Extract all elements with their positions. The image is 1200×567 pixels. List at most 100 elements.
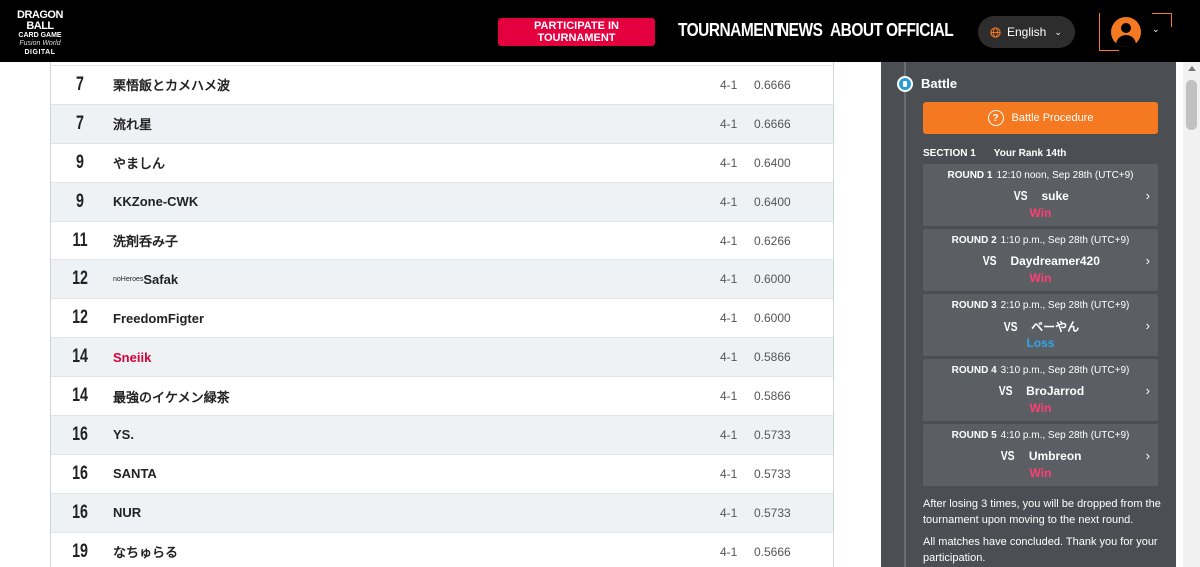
opponent-name: suke xyxy=(1041,189,1069,203)
score-cell: 0.5733 xyxy=(754,505,791,520)
opponent-name: ベーやん xyxy=(1031,320,1080,334)
table-row: 14 Sneiik 4-1 0.5866 xyxy=(51,338,833,378)
score-cell: 0.5866 xyxy=(754,389,791,404)
round-label: ROUND 1 xyxy=(947,170,993,181)
round-header: ROUND 5 4:10 p.m., Sep 28th (UTC+9) xyxy=(923,430,1158,441)
top-header: DRAGON BALL CARD GAME Fusion World DIGIT… xyxy=(0,0,1200,62)
player-name[interactable]: KKZone-CWK xyxy=(113,183,198,221)
record-cell: 4-1 xyxy=(720,389,738,404)
vs-label: VS xyxy=(1003,319,1018,334)
rank-cell: 7 xyxy=(76,73,84,95)
profile-menu[interactable]: ⌄ xyxy=(1099,13,1172,51)
round-label: ROUND 3 xyxy=(951,300,997,311)
round-card[interactable]: ROUND 2 1:10 p.m., Sep 28th (UTC+9) VS Dayd… xyxy=(923,229,1158,291)
player-name[interactable]: 最強のイケメン緑茶 xyxy=(113,377,230,415)
player-name[interactable]: FreedomFigter xyxy=(113,299,204,337)
rank-cell: 12 xyxy=(72,268,88,290)
player-name[interactable]: 洗剤呑み子 xyxy=(113,222,178,260)
chevron-right-icon[interactable]: › xyxy=(1146,448,1150,463)
participate-button[interactable]: PARTICIPATE IN TOURNAMENT xyxy=(498,18,655,46)
opponent-name: Umbreon xyxy=(1028,449,1082,463)
round-card[interactable]: ROUND 4 3:10 p.m., Sep 28th (UTC+9) VS BroJ… xyxy=(923,359,1158,421)
opponent-name: Daydreamer420 xyxy=(1010,254,1100,268)
round-matchup: VS Daydreamer420 xyxy=(923,253,1158,268)
your-rank: Your Rank 14th xyxy=(993,148,1067,159)
record-cell: 4-1 xyxy=(720,233,738,248)
vs-label: VS xyxy=(1001,448,1016,463)
profile-frame-right xyxy=(1162,13,1172,27)
rank-cell: 16 xyxy=(72,462,88,484)
table-row: 9 KKZone-CWK 4-1 0.6400 xyxy=(51,182,833,222)
scroll-up-icon[interactable] xyxy=(1188,66,1196,71)
round-card[interactable]: ROUND 5 4:10 p.m., Sep 28th (UTC+9) VS Umbr… xyxy=(923,424,1158,486)
round-header: ROUND 3 2:10 p.m., Sep 28th (UTC+9) xyxy=(923,300,1158,311)
player-name[interactable]: NUR xyxy=(113,494,141,532)
table-row: 7 栗悟飯とカメハメ波 4-1 0.6666 xyxy=(51,66,833,105)
player-name[interactable]: SANTA xyxy=(113,455,157,493)
score-cell: 0.5866 xyxy=(754,350,791,365)
vs-label: VS xyxy=(1013,188,1028,203)
player-name-text: 洗剤呑み子 xyxy=(113,234,179,249)
round-time: 2:10 p.m., Sep 28th (UTC+9) xyxy=(1000,300,1130,311)
record-cell: 4-1 xyxy=(720,427,738,442)
round-header: ROUND 4 3:10 p.m., Sep 28th (UTC+9) xyxy=(923,365,1158,376)
player-name-text: 栗悟飯とカメハメ波 xyxy=(113,78,231,94)
player-name[interactable]: YS. xyxy=(113,416,134,454)
round-matchup: VS Umbreon xyxy=(923,448,1158,463)
record-cell: 4-1 xyxy=(720,194,738,209)
score-cell: 0.6000 xyxy=(754,311,791,326)
record-cell: 4-1 xyxy=(720,350,738,365)
completion-note: All matches have concluded. Thank you fo… xyxy=(923,536,1158,564)
chevron-right-icon[interactable]: › xyxy=(1146,383,1150,398)
rank-cell: 12 xyxy=(72,307,88,329)
scroll-thumb[interactable] xyxy=(1186,80,1197,130)
record-cell: 4-1 xyxy=(720,155,738,170)
chevron-down-icon: ⌄ xyxy=(1054,26,1062,37)
rank-cell: 11 xyxy=(72,229,88,251)
battle-title: Battle xyxy=(921,76,958,91)
player-name[interactable]: やましん xyxy=(113,144,165,182)
round-result: Win xyxy=(1029,206,1052,220)
player-name[interactable]: 栗悟飯とカメハメ波 xyxy=(113,66,230,104)
player-name[interactable]: noHeroes Safak xyxy=(113,260,178,298)
page-scrollbar[interactable] xyxy=(1183,62,1200,567)
round-card[interactable]: ROUND 1 12:10 noon, Sep 28th (UTC+9) VS suk… xyxy=(923,164,1158,226)
round-label: ROUND 5 xyxy=(951,430,997,441)
round-matchup: VS suke xyxy=(923,188,1158,203)
player-name-text: YS. xyxy=(113,427,134,443)
round-result: Loss xyxy=(1026,336,1055,350)
user-avatar-icon[interactable] xyxy=(1111,17,1141,47)
round-time: 1:10 p.m., Sep 28th (UTC+9) xyxy=(1000,235,1130,246)
player-name[interactable]: なちゅらる xyxy=(113,533,178,567)
nav-news[interactable]: NEWS xyxy=(778,20,823,42)
round-label: ROUND 2 xyxy=(951,235,997,246)
table-row: 12 noHeroes Safak 4-1 0.6000 xyxy=(51,260,833,300)
nav-official[interactable]: OFFICIAL xyxy=(886,20,954,42)
chevron-right-icon[interactable]: › xyxy=(1146,188,1150,203)
round-result: Win xyxy=(1029,401,1052,415)
score-cell: 0.6266 xyxy=(754,233,791,248)
rank-cell: 14 xyxy=(72,385,88,407)
score-cell: 0.5733 xyxy=(754,466,791,481)
nav-tournament[interactable]: TOURNAMENT xyxy=(678,20,783,42)
battle-procedure-button[interactable]: ? Battle Procedure xyxy=(923,102,1158,134)
table-row: 16 NUR 4-1 0.5733 xyxy=(51,493,833,533)
player-name[interactable]: Sneiik xyxy=(113,338,151,376)
language-selector[interactable]: English ⌄ xyxy=(978,16,1075,48)
player-name-text: SANTA xyxy=(113,466,157,482)
record-cell: 4-1 xyxy=(720,544,738,559)
chevron-down-icon[interactable]: ⌄ xyxy=(1152,24,1160,35)
table-row: 12 FreedomFigter 4-1 0.6000 xyxy=(51,299,833,339)
game-logo[interactable]: DRAGON BALL CARD GAME Fusion World DIGIT… xyxy=(12,10,68,57)
player-name[interactable]: 流れ星 xyxy=(113,105,152,143)
battle-procedure-label: Battle Procedure xyxy=(1011,112,1094,124)
score-cell: 0.5733 xyxy=(754,427,791,442)
nav-about[interactable]: ABOUT xyxy=(830,20,883,42)
chevron-right-icon[interactable]: › xyxy=(1146,318,1150,333)
chevron-right-icon[interactable]: › xyxy=(1146,253,1150,268)
round-matchup: VS BroJarrod xyxy=(923,383,1158,398)
round-header: ROUND 2 1:10 p.m., Sep 28th (UTC+9) xyxy=(923,235,1158,246)
round-card[interactable]: ROUND 3 2:10 p.m., Sep 28th (UTC+9) VS ベーやん… xyxy=(923,294,1158,356)
globe-icon xyxy=(990,26,1001,38)
help-icon: ? xyxy=(987,110,1004,126)
